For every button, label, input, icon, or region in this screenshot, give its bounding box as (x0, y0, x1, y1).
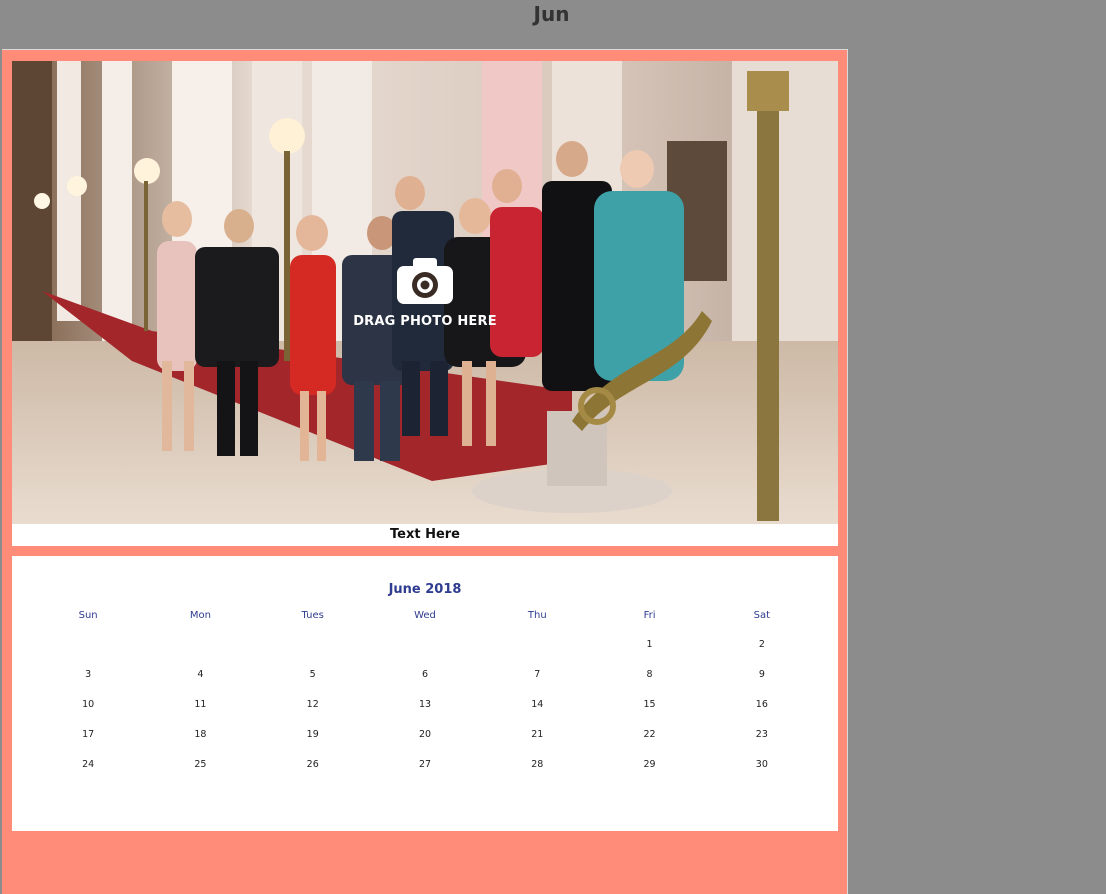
day-cell: 9 (758, 669, 765, 680)
day-cell: 3 (85, 669, 92, 680)
weekday-header: Mon (189, 610, 211, 621)
day-cell: 25 (194, 759, 207, 770)
day-cell: 20 (418, 729, 432, 740)
weekday-header: Sun (78, 610, 98, 621)
weekday-header: Wed (414, 610, 436, 621)
day-cell: 27 (418, 759, 432, 770)
day-cell: 12 (306, 699, 319, 710)
day-cell: 23 (755, 729, 768, 740)
day-cell: 18 (194, 729, 207, 740)
month-calendar: June 2018 Sun Mon Tues Wed Thu Fri Sat 1 2 3 4 5 6 7 8… (12, 556, 838, 831)
photo-caption[interactable]: Text Here (12, 524, 838, 546)
empty-day-cell (369, 630, 481, 660)
day-cell: 8 (646, 669, 653, 680)
day-cell: 22 (643, 729, 656, 740)
day-cell: 14 (531, 699, 544, 710)
day-cell: 13 (418, 699, 432, 710)
day-cell: 2 (758, 639, 765, 650)
day-cell: 4 (197, 669, 204, 680)
empty-day-cell (144, 630, 256, 660)
day-cell: 10 (82, 699, 95, 710)
drop-hint[interactable]: DRAG PHOTO HERE (12, 256, 838, 329)
calendar-grid: Sun Mon Tues Wed Thu Fri Sat 1 2 3 4 5 6 7 8 9 10 11 12 13 1… (32, 608, 818, 780)
empty-day-cell (481, 630, 593, 660)
day-cell: 28 (531, 759, 544, 770)
weekday-header: Thu (527, 610, 547, 621)
day-cell: 30 (755, 759, 768, 770)
day-cell: 6 (421, 669, 429, 680)
empty-day-cell (32, 630, 144, 660)
day-cell: 17 (82, 729, 95, 740)
weekday-header: Fri (643, 610, 656, 621)
calendar-page: DRAG PHOTO HERE Text Here June 2018 Sun M… (2, 49, 848, 894)
day-cell: 15 (643, 699, 656, 710)
day-cell: 16 (755, 699, 768, 710)
day-cell: 29 (643, 759, 656, 770)
day-cell: 21 (531, 729, 544, 740)
day-cell: 11 (194, 699, 207, 710)
weekday-header: Sat (753, 610, 771, 621)
weekday-header: Tues (301, 610, 324, 621)
drop-photo-label: DRAG PHOTO HERE (353, 314, 497, 329)
day-cell: 1 (646, 639, 653, 650)
calendar-title: June 2018 (388, 582, 462, 597)
day-cell: 7 (534, 669, 541, 680)
camera-icon (397, 258, 453, 304)
day-cell: 5 (309, 669, 316, 680)
day-cell: 26 (306, 759, 319, 770)
day-cell: 19 (306, 729, 319, 740)
empty-day-cell (257, 630, 369, 660)
month-title: Jun (533, 2, 570, 26)
photo-drop-zone[interactable]: DRAG PHOTO HERE (12, 61, 838, 525)
day-cell: 24 (82, 759, 95, 770)
